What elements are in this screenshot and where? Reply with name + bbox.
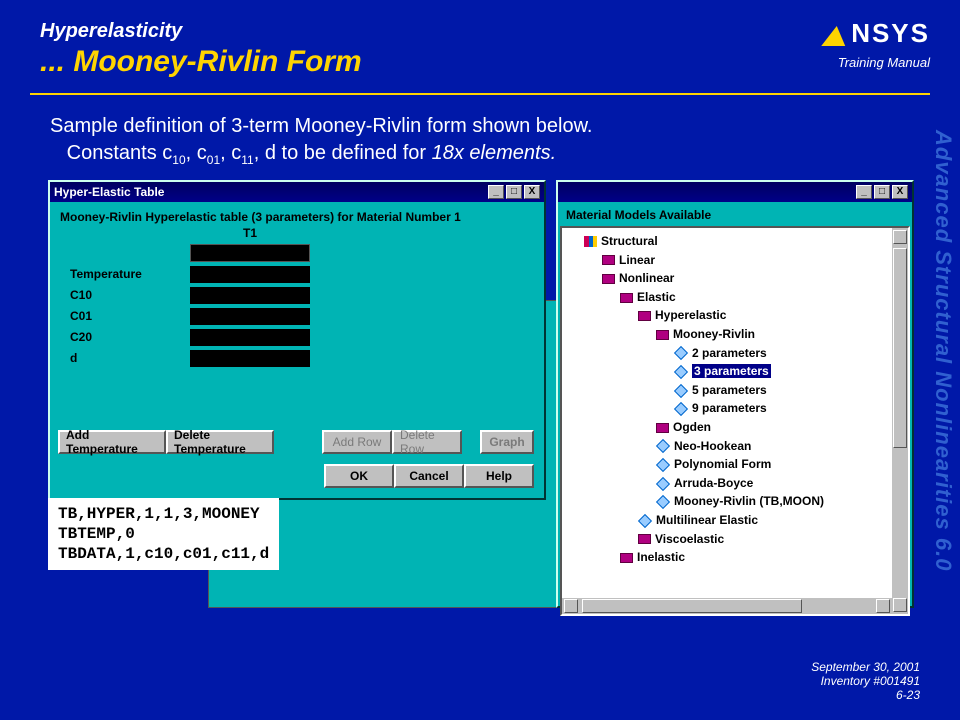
- graph-button[interactable]: Graph: [480, 430, 534, 454]
- tree-heading: Material Models Available: [558, 202, 912, 226]
- close-icon[interactable]: X: [892, 185, 908, 199]
- row-d: d: [70, 350, 190, 367]
- tree-neo-hookean[interactable]: Neo-Hookean: [674, 439, 751, 453]
- scroll-thumb[interactable]: [893, 248, 907, 448]
- leaf-icon: [674, 365, 688, 379]
- logo-wedge-icon: [821, 26, 849, 46]
- delete-row-button[interactable]: Delete Row: [392, 430, 462, 454]
- pre-title: Hyperelasticity: [40, 20, 920, 43]
- tree-dialog-titlebar[interactable]: _ □ X: [558, 182, 912, 202]
- tree-elastic[interactable]: Elastic: [637, 290, 676, 304]
- scroll-up-icon[interactable]: [893, 230, 907, 244]
- code-sample: TB,HYPER,1,1,3,MOONEY TBTEMP,0 TBDATA,1,…: [48, 498, 279, 570]
- leaf-icon: [656, 495, 670, 509]
- ansys-logo: NSYS: [823, 18, 930, 49]
- cancel-button[interactable]: Cancel: [394, 464, 464, 488]
- row-temperature: Temperature: [70, 266, 190, 283]
- tree-polynomial-form[interactable]: Polynomial Form: [674, 457, 771, 471]
- material-tree[interactable]: Structural Linear Nonlinear Elastic Hype…: [562, 228, 908, 567]
- maximize-icon[interactable]: □: [874, 185, 890, 199]
- row-c20: C20: [70, 329, 190, 346]
- leaf-icon: [656, 439, 670, 453]
- body-text: Sample definition of 3-term Mooney-Rivli…: [0, 95, 960, 168]
- input-c20[interactable]: [190, 329, 310, 346]
- tree-5-parameters[interactable]: 5 parameters: [692, 383, 767, 397]
- row-c10: C10: [70, 287, 190, 304]
- leaf-icon: [674, 346, 688, 360]
- book-icon: [602, 274, 615, 284]
- scroll-down-icon[interactable]: [893, 598, 907, 612]
- hyper-elastic-table-dialog: Hyper-Elastic Table _ □ X Mooney-Rivlin …: [48, 180, 546, 500]
- side-label: Advanced Structural Nonlinearities 6.0: [930, 130, 956, 571]
- dialog-titlebar[interactable]: Hyper-Elastic Table _ □ X: [50, 182, 544, 202]
- dialog-subtitle: Mooney-Rivlin Hyperelastic table (3 para…: [60, 210, 534, 224]
- add-row-button[interactable]: Add Row: [322, 430, 392, 454]
- leaf-icon: [656, 458, 670, 472]
- scroll-hthumb[interactable]: [582, 599, 802, 613]
- tree-viscoelastic[interactable]: Viscoelastic: [655, 532, 724, 546]
- ok-button[interactable]: OK: [324, 464, 394, 488]
- book-icon: [656, 330, 669, 340]
- book-icon: [602, 255, 615, 265]
- material-models-dialog: _ □ X Material Models Available Structur…: [556, 180, 914, 608]
- input-c10[interactable]: [190, 287, 310, 304]
- tree-nonlinear[interactable]: Nonlinear: [619, 271, 674, 285]
- logo-text: NSYS: [851, 18, 930, 49]
- tree-2-parameters[interactable]: 2 parameters: [692, 346, 767, 360]
- scroll-left-icon[interactable]: [564, 599, 578, 613]
- input-c01[interactable]: [190, 308, 310, 325]
- page-title: ... Mooney-Rivlin Form: [40, 45, 920, 79]
- dialog-title: Hyper-Elastic Table: [54, 185, 164, 199]
- tree-linear[interactable]: Linear: [619, 253, 655, 267]
- tree-multilinear-elastic[interactable]: Multilinear Elastic: [656, 513, 758, 527]
- tree-3-parameters[interactable]: 3 parameters: [692, 364, 771, 378]
- tree-ogden[interactable]: Ogden: [673, 420, 711, 434]
- help-button[interactable]: Help: [464, 464, 534, 488]
- minimize-icon[interactable]: _: [488, 185, 504, 199]
- input-temperature[interactable]: [190, 266, 310, 283]
- footer: September 30, 2001 Inventory #001491 6-2…: [811, 660, 920, 702]
- leaf-icon: [638, 514, 652, 528]
- t1-header-cell[interactable]: [190, 244, 310, 262]
- leaf-icon: [656, 476, 670, 490]
- leaf-icon: [674, 402, 688, 416]
- book-icon: [620, 293, 633, 303]
- tree-inelastic[interactable]: Inelastic: [637, 550, 685, 564]
- training-manual-label: Training Manual: [823, 55, 930, 70]
- minimize-icon[interactable]: _: [856, 185, 872, 199]
- book-icon: [620, 553, 633, 563]
- close-icon[interactable]: X: [524, 185, 540, 199]
- add-temperature-button[interactable]: Add Temperature: [58, 430, 166, 454]
- tree-mooney-rivlin[interactable]: Mooney-Rivlin: [673, 327, 755, 341]
- tree-9-parameters[interactable]: 9 parameters: [692, 401, 767, 415]
- tree-mooney-rivlin-tbmoon[interactable]: Mooney-Rivlin (TB,MOON): [674, 494, 824, 508]
- book-icon: [638, 311, 651, 321]
- books-icon: [584, 236, 597, 247]
- maximize-icon[interactable]: □: [506, 185, 522, 199]
- book-icon: [638, 534, 651, 544]
- logo-area: NSYS Training Manual: [823, 18, 930, 70]
- delete-temperature-button[interactable]: Delete Temperature: [166, 430, 274, 454]
- tree-structural[interactable]: Structural: [601, 234, 658, 248]
- tree-hyperelastic[interactable]: Hyperelastic: [655, 308, 726, 322]
- vertical-scrollbar[interactable]: [892, 228, 908, 614]
- tree-arruda-boyce[interactable]: Arruda-Boyce: [674, 476, 753, 490]
- scroll-right-icon[interactable]: [876, 599, 890, 613]
- horizontal-scrollbar[interactable]: [562, 598, 892, 614]
- leaf-icon: [674, 384, 688, 398]
- row-c01: C01: [70, 308, 190, 325]
- book-icon: [656, 423, 669, 433]
- column-header-t1: T1: [190, 226, 310, 240]
- input-d[interactable]: [190, 350, 310, 367]
